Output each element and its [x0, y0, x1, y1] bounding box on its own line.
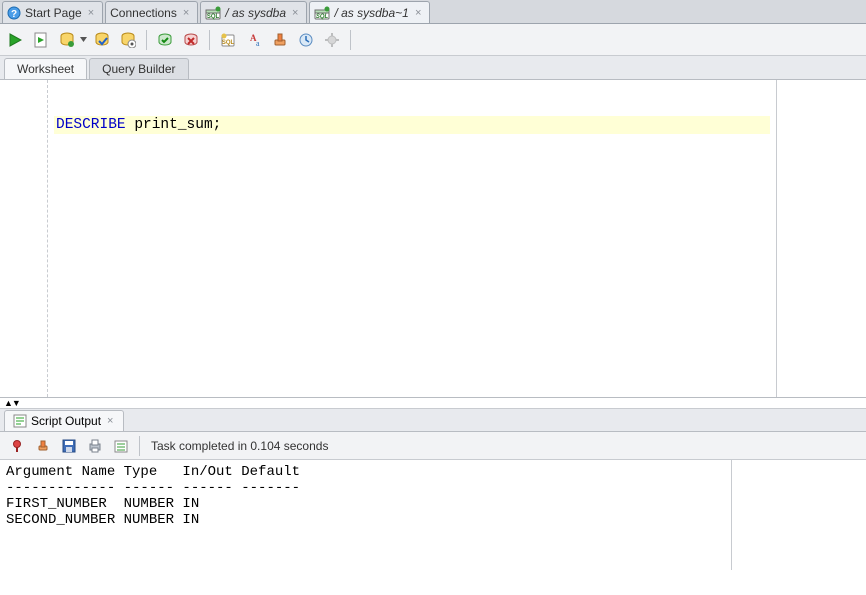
svg-text:?: ?	[11, 9, 17, 20]
unshared-worksheet-button[interactable]: SQL	[217, 29, 239, 51]
tab-sysdba-1[interactable]: SQL / as sysdba~1 ×	[309, 1, 430, 23]
sql-tuning-button[interactable]	[117, 29, 139, 51]
buffer-size-button[interactable]	[110, 435, 132, 457]
tab-label: Connections	[110, 6, 177, 20]
separator	[209, 30, 210, 50]
svg-text:SQL: SQL	[316, 14, 329, 20]
tab-script-output[interactable]: Script Output ×	[4, 410, 124, 431]
separator	[139, 436, 140, 456]
output-tab-label: Script Output	[31, 414, 101, 428]
sql-worksheet-icon: SQL	[314, 6, 330, 20]
print-output-button[interactable]	[84, 435, 106, 457]
autotrace-button[interactable]	[91, 29, 113, 51]
output-tab-strip: Script Output ×	[0, 408, 866, 432]
file-tab-strip: ? Start Page × Connections × SQL / as sy…	[0, 0, 866, 24]
svg-text:a: a	[256, 39, 260, 48]
tab-label: Start Page	[25, 6, 82, 20]
close-icon[interactable]: ×	[290, 7, 300, 19]
sql-keyword: DESCRIBE	[56, 117, 126, 133]
editor-right-margin	[776, 80, 866, 397]
sql-worksheet-icon: SQL	[205, 6, 221, 20]
tab-sysdba[interactable]: SQL / as sysdba ×	[200, 1, 307, 23]
run-statement-button[interactable]	[4, 29, 26, 51]
code-editor-area: DESCRIBE print_sum;	[0, 80, 866, 398]
tab-start-page[interactable]: ? Start Page ×	[2, 1, 103, 23]
commit-button[interactable]	[154, 29, 176, 51]
sql-code-editor[interactable]: DESCRIBE print_sum;	[48, 80, 776, 397]
splitter-arrows-icon: ▲▼	[4, 398, 20, 408]
svg-text:SQL: SQL	[207, 14, 220, 20]
subtab-query-builder[interactable]: Query Builder	[89, 58, 188, 79]
output-toolbar: Task completed in 0.104 seconds	[0, 432, 866, 460]
close-icon[interactable]: ×	[86, 7, 96, 19]
tab-label: / as sysdba	[225, 6, 286, 20]
run-script-button[interactable]	[30, 29, 52, 51]
separator	[350, 30, 351, 50]
clear-output-button[interactable]	[32, 435, 54, 457]
help-icon: ?	[7, 6, 21, 20]
subtab-worksheet[interactable]: Worksheet	[4, 58, 87, 79]
rollback-button[interactable]	[180, 29, 202, 51]
line-number-gutter	[0, 80, 48, 397]
status-text: Task completed in 0.104 seconds	[151, 439, 328, 453]
editor-subtab-strip: Worksheet Query Builder	[0, 56, 866, 80]
worksheet-toolbar: SQL Aa	[0, 24, 866, 56]
explain-plan-button[interactable]	[56, 29, 78, 51]
close-icon[interactable]: ×	[413, 7, 423, 19]
sql-text: print_sum;	[126, 117, 222, 133]
settings-button[interactable]	[321, 29, 343, 51]
save-output-button[interactable]	[58, 435, 80, 457]
to-upper-lower-button[interactable]: Aa	[243, 29, 265, 51]
separator	[146, 30, 147, 50]
splitter[interactable]: ▲▼	[0, 398, 866, 408]
pin-button[interactable]	[6, 435, 28, 457]
close-icon[interactable]: ×	[105, 415, 115, 427]
tab-label: / as sysdba~1	[334, 6, 408, 20]
clear-button[interactable]	[269, 29, 291, 51]
dropdown-icon[interactable]	[80, 29, 87, 51]
script-output-icon	[13, 414, 27, 428]
sql-history-button[interactable]	[295, 29, 317, 51]
script-output-text[interactable]: Argument Name Type In/Out Default ------…	[0, 460, 732, 570]
close-icon[interactable]: ×	[181, 7, 191, 19]
tab-connections[interactable]: Connections ×	[105, 1, 198, 23]
svg-text:SQL: SQL	[222, 40, 235, 46]
